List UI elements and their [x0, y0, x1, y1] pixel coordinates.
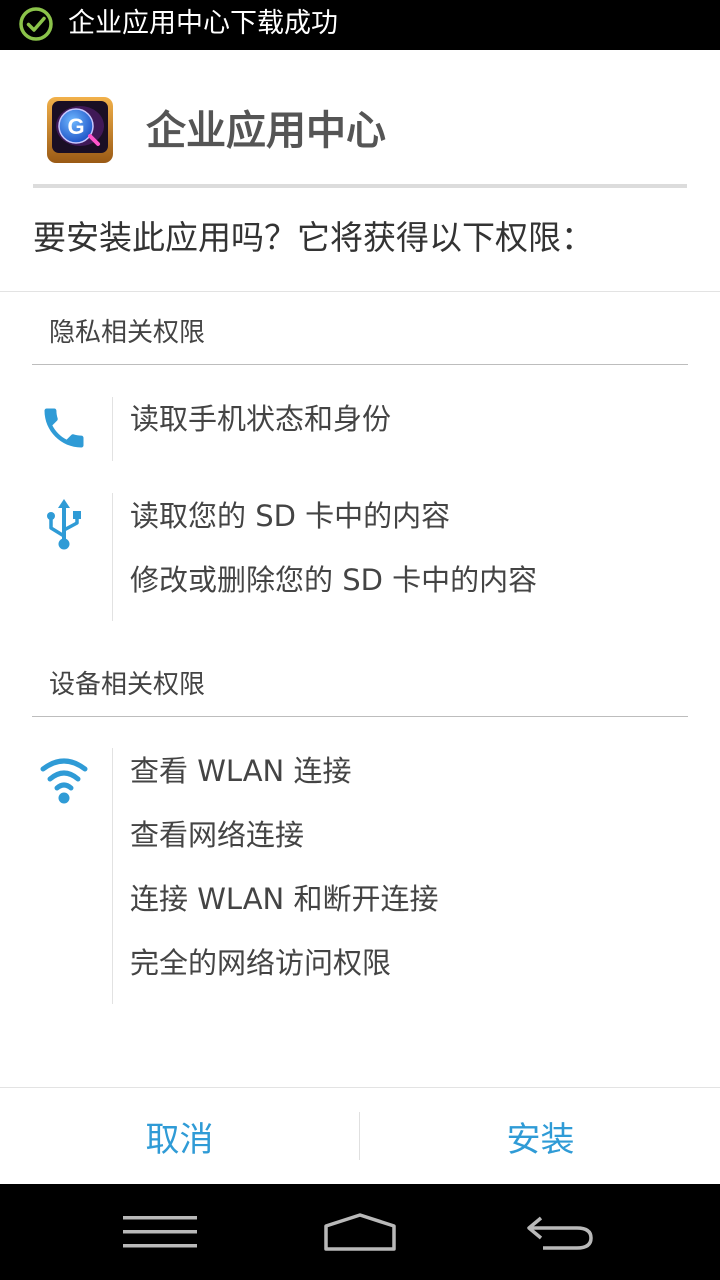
divider: [0, 291, 720, 292]
permission-modify-sd-card: 修改或删除您的 SD 卡中的内容: [130, 563, 538, 597]
cancel-button[interactable]: 取消: [0, 1088, 359, 1184]
menu-icon: [123, 1216, 197, 1248]
permission-read-sd-card: 读取您的 SD 卡中的内容: [130, 499, 451, 533]
home-button[interactable]: [300, 1202, 420, 1262]
permission-connect-wlan: 连接 WLAN 和断开连接: [130, 882, 439, 916]
menu-button[interactable]: [100, 1202, 220, 1262]
notification-text: 企业应用中心下载成功: [68, 8, 338, 39]
check-circle-icon: [19, 7, 53, 41]
app-header: G 企业应用中心 要安装此应用吗？它将获得以下权限：: [0, 50, 720, 292]
permission-group-divider: [112, 748, 113, 1004]
permission-group-divider: [112, 397, 113, 461]
section-title-privacy: 隐私相关权限: [49, 318, 206, 348]
wifi-icon: [40, 758, 88, 804]
back-button[interactable]: [500, 1202, 620, 1262]
status-bar: 企业应用中心下载成功: [0, 0, 720, 50]
app-name: 企业应用中心: [146, 108, 386, 154]
install-button[interactable]: 安装: [361, 1088, 720, 1184]
section-rule: [32, 364, 688, 365]
usb-icon: [47, 499, 81, 550]
home-icon: [324, 1213, 396, 1251]
section-title-device: 设备相关权限: [49, 670, 206, 700]
permission-full-network: 完全的网络访问权限: [130, 946, 392, 980]
svg-text:G: G: [67, 114, 84, 139]
permission-view-wlan: 查看 WLAN 连接: [130, 754, 352, 788]
back-icon: [527, 1216, 593, 1250]
header-rule: [33, 184, 687, 188]
permission-view-network: 查看网络连接: [130, 818, 305, 852]
button-divider: [359, 1112, 360, 1160]
permission-read-phone-state: 读取手机状态和身份: [130, 402, 392, 436]
phone-icon: [44, 408, 84, 448]
navigation-bar: [0, 1184, 720, 1280]
permission-group-divider: [112, 493, 113, 621]
section-rule: [32, 716, 688, 717]
install-question: 要安装此应用吗？它将获得以下权限：: [33, 218, 594, 257]
app-logo-g-icon: G: [47, 97, 113, 163]
